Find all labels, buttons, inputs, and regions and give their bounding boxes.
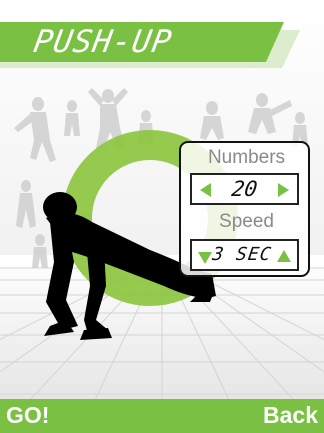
numbers-label: Numbers bbox=[207, 147, 286, 168]
arrow-up-icon[interactable] bbox=[277, 250, 291, 262]
arrow-right-icon[interactable] bbox=[278, 183, 289, 197]
title-banner: PUSH-UP bbox=[0, 22, 300, 68]
numbers-selector[interactable]: 20 bbox=[190, 173, 299, 205]
softkey-bar: GO! Back bbox=[0, 399, 324, 433]
speed-value: 3 SEC bbox=[211, 244, 274, 265]
go-button[interactable]: GO! bbox=[6, 402, 49, 429]
speed-label: Speed bbox=[219, 211, 274, 232]
settings-panel: Numbers 20 Speed 3 SEC bbox=[179, 141, 310, 277]
page-title: PUSH-UP bbox=[30, 24, 175, 60]
push-up-setup-screen: PUSH-UP Numbers 20 Speed 3 SEC GO! Back bbox=[0, 0, 324, 433]
back-button[interactable]: Back bbox=[263, 402, 318, 429]
speed-selector[interactable]: 3 SEC bbox=[190, 239, 299, 271]
